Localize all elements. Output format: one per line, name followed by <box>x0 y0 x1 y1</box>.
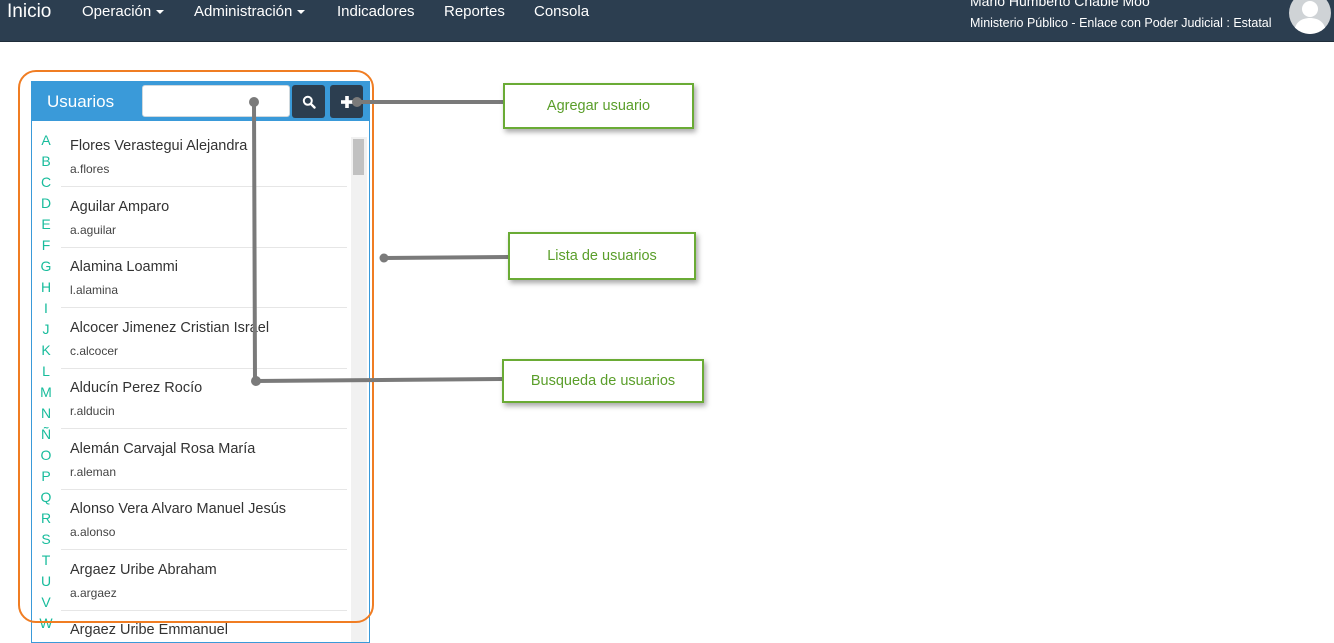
callout-user-list: Lista de usuarios <box>508 232 696 280</box>
callout-user-search: Busqueda de usuarios <box>502 359 704 403</box>
callout-add-user: Agregar usuario <box>503 83 694 129</box>
